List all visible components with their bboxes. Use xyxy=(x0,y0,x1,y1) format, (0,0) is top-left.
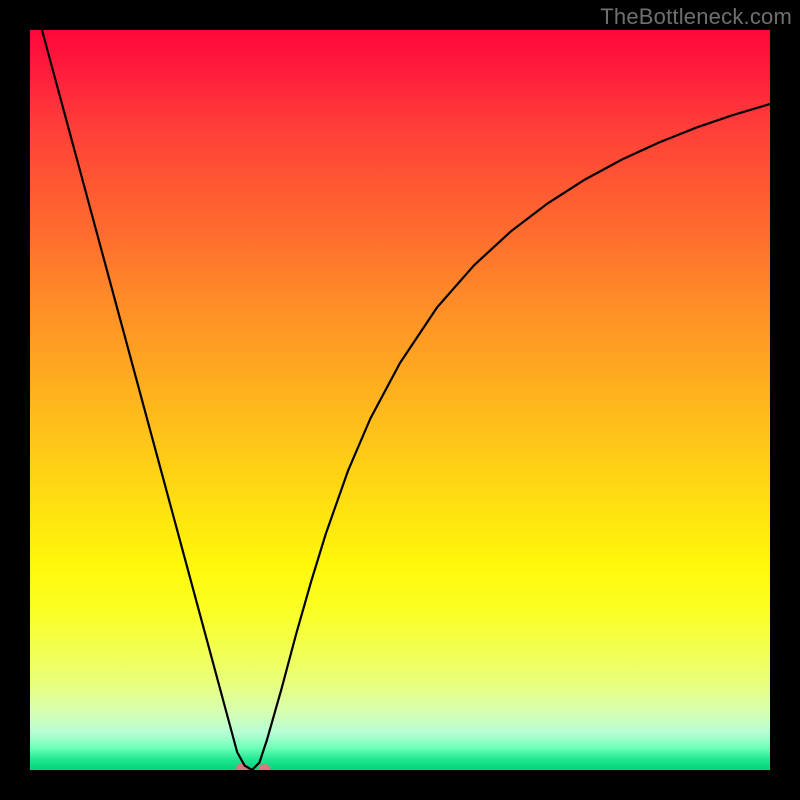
marker-dot-icon xyxy=(259,764,271,770)
chart-frame: TheBottleneck.com xyxy=(0,0,800,800)
bottleneck-curve-path xyxy=(30,30,770,770)
chart-svg xyxy=(30,30,770,770)
watermark-label: TheBottleneck.com xyxy=(600,4,792,30)
plot-area xyxy=(30,30,770,770)
